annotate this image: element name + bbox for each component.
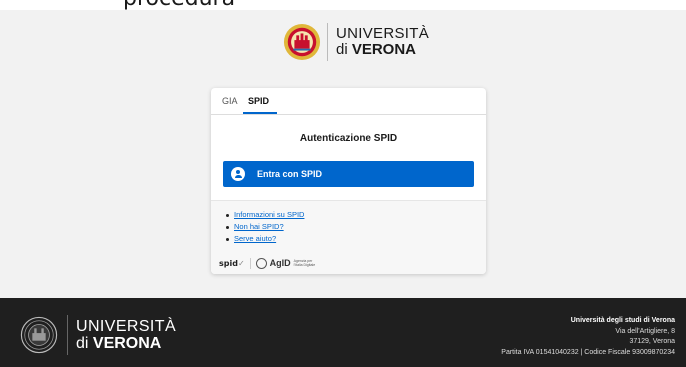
- logo-divider: [327, 23, 328, 61]
- footer-wordmark-line1: UNIVERSITÀ: [76, 318, 177, 335]
- wordmark-line1: UNIVERSITÀ: [336, 25, 430, 43]
- user-icon: [231, 167, 245, 181]
- link-no-spid[interactable]: Non hai SPID?: [234, 222, 284, 231]
- link-info-spid[interactable]: Informazioni su SPID: [234, 210, 304, 219]
- university-seal-icon: [20, 316, 58, 354]
- check-icon: ✓: [237, 258, 245, 268]
- wordmark-line2: di VERONA: [336, 42, 429, 58]
- page-footer: UNIVERSITÀ di VERONA Università degli st…: [0, 298, 686, 367]
- partner-logos: spid✓ AgID Agenzia per l'Italia Digitale: [219, 256, 320, 270]
- wordmark-prefix: di: [336, 41, 352, 58]
- tab-spid[interactable]: SPID: [248, 96, 269, 106]
- spid-button-label: Entra con SPID: [257, 169, 323, 179]
- agid-logo-text: AgID: [269, 258, 291, 268]
- list-item: Informazioni su SPID: [225, 209, 304, 221]
- partial-heading-text: procedura: [123, 0, 235, 10]
- footer-wordmark[interactable]: UNIVERSITÀ di VERONA: [76, 318, 177, 353]
- active-tab-indicator: [243, 112, 277, 114]
- logo-separator: [249, 257, 251, 269]
- spid-logo: spid✓: [219, 259, 245, 268]
- wordmark-city: VERONA: [351, 41, 417, 58]
- footer-wordmark-prefix: di: [76, 334, 93, 352]
- footer-address-city: 37129, Verona: [629, 338, 675, 345]
- footer-logo-divider: [67, 315, 68, 355]
- list-item: Serve aiuto?: [225, 233, 304, 245]
- footer-wordmark-city: VERONA: [92, 334, 162, 352]
- help-section: Informazioni su SPID Non hai SPID? Serve…: [211, 200, 486, 274]
- auth-tabs: GIA SPID: [211, 88, 486, 115]
- spid-logo-text: spid: [219, 258, 238, 268]
- footer-address-street: Via dell'Artigliere, 8: [615, 327, 675, 335]
- footer-wordmark-line2: di VERONA: [76, 334, 176, 353]
- footer-fiscal-codes: Partita IVA 01541040232 | Codice Fiscale…: [501, 348, 675, 356]
- university-wordmark: UNIVERSITÀ di VERONA: [336, 26, 429, 58]
- footer-university-name: Università degli studi di Verona: [570, 317, 675, 324]
- card-title: Autenticazione SPID: [299, 133, 398, 144]
- link-need-help[interactable]: Serve aiuto?: [234, 234, 276, 243]
- help-links: Informazioni su SPID Non hai SPID? Serve…: [225, 209, 304, 245]
- list-item: Non hai SPID?: [225, 221, 304, 233]
- university-logo[interactable]: UNIVERSITÀ di VERONA: [283, 22, 429, 62]
- agid-caption: Agenzia per l'Italia Digitale: [293, 259, 316, 267]
- page-header: UNIVERSITÀ di VERONA: [0, 10, 686, 72]
- top-strip: procedura: [0, 0, 686, 10]
- login-card: GIA SPID Autenticazione SPID Entra con S…: [211, 88, 486, 274]
- footer-contact-info: Università degli studi di Verona Via del…: [501, 316, 675, 358]
- spid-login-button[interactable]: Entra con SPID: [223, 161, 474, 187]
- university-seal-icon: [283, 23, 321, 61]
- tab-gia[interactable]: GIA: [222, 96, 238, 106]
- agid-emblem-icon: [255, 257, 267, 269]
